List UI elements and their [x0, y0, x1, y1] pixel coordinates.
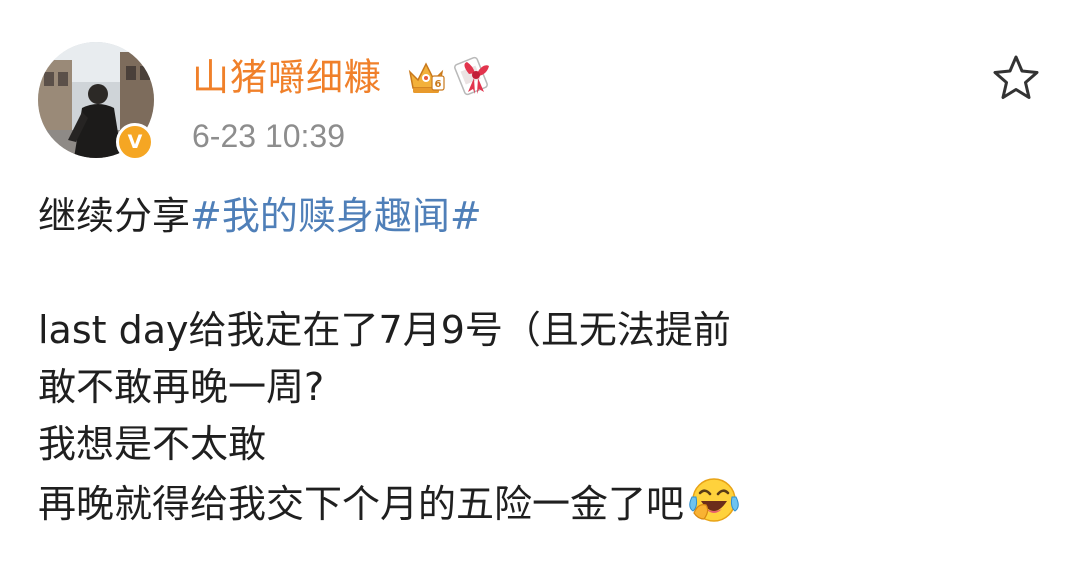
laughing-crying-emoji-icon	[688, 473, 740, 525]
weibo-post-card: V 山猪嚼细糠 6 6-23 10:39 继续分享#我的赎身趣闻# last d…	[0, 0, 1080, 587]
post-timestamp: 6-23 10:39	[192, 118, 346, 154]
ribbon-badge-icon[interactable]	[453, 54, 497, 98]
hashtag-link[interactable]: #我的赎身趣闻#	[190, 194, 482, 238]
verified-badge-label: V	[127, 130, 143, 153]
star-outline-icon	[993, 55, 1039, 99]
post-line-1: 继续分享#我的赎身趣闻#	[38, 188, 1048, 245]
post-body: 继续分享#我的赎身趣闻# last day给我定在了7月9号（且无法提前 敢不敢…	[38, 188, 1048, 530]
favorite-button[interactable]	[990, 52, 1042, 104]
username[interactable]: 山猪嚼细糠	[192, 54, 382, 102]
post-line-5: 再晚就得给我交下个月的五险一金了吧	[38, 473, 1048, 530]
post-text: 再晚就得给我交下个月的五险一金了吧	[38, 482, 685, 526]
post-line-3: 敢不敢再晚一周?	[38, 365, 325, 409]
verified-badge: V	[116, 123, 154, 161]
crown-badge-icon[interactable]: 6	[405, 56, 447, 98]
post-line-4: 我想是不太敢	[38, 422, 267, 466]
post-line-2: last day给我定在了7月9号（且无法提前	[38, 308, 731, 352]
post-text: 继续分享	[38, 194, 191, 238]
svg-text:6: 6	[435, 79, 442, 90]
